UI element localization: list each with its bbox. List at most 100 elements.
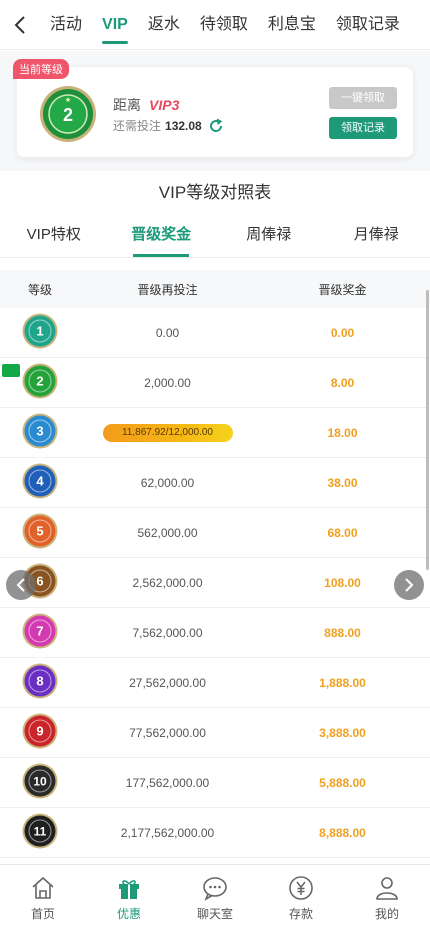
section-title: VIP等级对照表 — [158, 183, 272, 202]
medal-level-text: 7 — [36, 624, 43, 639]
tab-rebate[interactable]: 返水 — [138, 0, 190, 50]
vip-medal-icon: 11 — [22, 813, 58, 849]
tab-activity[interactable]: 活动 — [40, 0, 92, 50]
table-row: 11 2,177,562,000.00 8,888.00 — [0, 808, 430, 858]
table-row: 2 2,000.00 8.00 — [0, 358, 430, 408]
tab-monthly-salary[interactable]: 月俸禄 — [323, 212, 430, 257]
scroll-right-button[interactable] — [394, 570, 424, 600]
current-level-marker-icon — [2, 364, 20, 377]
chevron-right-icon — [405, 578, 414, 592]
medal-level-text: 4 — [36, 474, 44, 489]
vip-medal-icon: 5 — [22, 513, 58, 549]
table-row: 8 27,562,000.00 1,888.00 — [0, 658, 430, 708]
chevron-left-icon — [14, 15, 25, 34]
distance-line: 距离 VIP3 — [113, 95, 179, 115]
header-bet: 晋级再投注 — [137, 282, 198, 297]
vip-medal-icon: 7 — [22, 613, 58, 649]
bet-progress-cell: 11,867.92/12,000.00 — [80, 423, 255, 442]
one-click-claim-button[interactable]: 一键领取 — [329, 87, 397, 109]
next-level: VIP3 — [149, 97, 180, 113]
bonus-cell: 38.00 — [327, 475, 358, 490]
bonus-cell: 0.00 — [330, 325, 355, 340]
need-bet-value: 132.08 — [165, 118, 202, 133]
bet-cell: 177,562,000.00 — [125, 775, 210, 790]
level-cell: 9 — [0, 713, 80, 752]
vip-badge-icon: 2 ★ — [40, 86, 96, 142]
claim-record-button[interactable]: 领取记录 — [329, 117, 397, 139]
tab-claim-history[interactable]: 领取记录 — [326, 0, 410, 50]
medal-level-text: 10 — [33, 775, 47, 789]
level-cell: 7 — [0, 613, 80, 652]
current-level-card: 当前等级 2 ★ 距离 VIP3 还需投注 132.08 一键领取 领取记录 — [13, 59, 414, 158]
bet-cell: 0.00 — [155, 325, 180, 340]
current-level-tag: 当前等级 — [13, 59, 69, 79]
back-button[interactable] — [0, 0, 40, 50]
header-level: 等级 — [27, 282, 52, 297]
tab-weekly-salary[interactable]: 周俸禄 — [215, 212, 323, 257]
bet-cell: 7,562,000.00 — [132, 625, 203, 640]
table-row: 5 562,000.00 68.00 — [0, 508, 430, 558]
nav-promo[interactable]: 优惠 — [86, 865, 172, 932]
level-cell: 10 — [0, 763, 80, 802]
bet-cell: 2,000.00 — [144, 375, 191, 390]
gift-icon — [119, 880, 139, 899]
medal-level-text: 11 — [34, 825, 47, 839]
bonus-cell: 3,888.00 — [319, 725, 366, 740]
table-row: 1 0.00 0.00 — [0, 308, 430, 358]
table-header: 等级 晋级再投注 晋级奖金 — [0, 270, 430, 308]
bonus-cell: 888.00 — [324, 625, 361, 640]
bonus-cell: 68.00 — [327, 525, 358, 540]
bonus-cell: 1,888.00 — [319, 675, 366, 690]
table-row: 6 2,562,000.00 108.00 — [0, 558, 430, 608]
table-row: 7 7,562,000.00 888.00 — [0, 608, 430, 658]
vip-medal-icon: 8 — [22, 663, 58, 699]
level-cell: 4 — [0, 463, 80, 502]
nav-chat-label: 聊天室 — [196, 907, 233, 921]
table-row: 10 177,562,000.00 5,888.00 — [0, 758, 430, 808]
medal-level-text: 6 — [36, 574, 43, 589]
table-row: 4 62,000.00 38.00 — [0, 458, 430, 508]
refresh-icon[interactable] — [208, 118, 224, 134]
chevron-left-icon — [16, 578, 25, 592]
bonus-cell: 8,888.00 — [319, 825, 366, 840]
vip-medal-icon: 2 — [22, 363, 58, 399]
nav-mine[interactable]: 我的 — [344, 865, 430, 932]
scrollbar[interactable] — [426, 290, 429, 570]
bet-cell: 2,177,562,000.00 — [120, 825, 215, 840]
level-cell: 8 — [0, 663, 80, 702]
bet-cell: 2,562,000.00 — [132, 575, 203, 590]
tab-pending[interactable]: 待领取 — [190, 0, 258, 50]
table-row: 3 11,867.92/12,000.00 18.00 — [0, 408, 430, 458]
table-row: 9 77,562,000.00 3,888.00 — [0, 708, 430, 758]
vip-medal-icon: 10 — [22, 763, 58, 799]
tab-vip[interactable]: VIP — [92, 0, 138, 50]
nav-home[interactable]: 首页 — [0, 865, 86, 932]
svg-text:★: ★ — [65, 96, 71, 104]
need-bet-label: 还需投注 — [113, 119, 162, 133]
tab-interest[interactable]: 利息宝 — [258, 0, 326, 50]
nav-chat[interactable]: 聊天室 — [172, 865, 258, 932]
table-body: 1 0.00 0.00 2 2,000.00 8.00 3 11,867.92/12,000.… — [0, 308, 430, 858]
yen-coin-icon — [289, 876, 313, 900]
vip-medal-icon: 4 — [22, 463, 58, 499]
sub-tabs: VIP特权 晋级奖金 周俸禄 月俸禄 — [0, 212, 430, 258]
bottom-nav: 首页 优惠 聊天室 存款 我的 — [0, 864, 430, 932]
level-cell: 3 — [0, 413, 80, 452]
tab-promotion-bonus[interactable]: 晋级奖金 — [108, 212, 216, 257]
bet-cell: 77,562,000.00 — [129, 725, 206, 740]
bet-cell: 562,000.00 — [137, 525, 198, 540]
nav-mine-label: 我的 — [374, 907, 399, 921]
badge-level-text: 2 — [63, 105, 73, 125]
level-cell: 5 — [0, 513, 80, 552]
top-tabs: 活动 VIP 返水 待领取 利息宝 领取记录 — [40, 0, 410, 50]
vip-medal-icon: 3 — [22, 413, 58, 449]
nav-deposit[interactable]: 存款 — [258, 865, 344, 932]
tab-vip-privilege[interactable]: VIP特权 — [0, 212, 108, 257]
need-bet-line: 还需投注 132.08 — [113, 117, 224, 134]
bet-progress-bar: 11,867.92/12,000.00 — [102, 423, 233, 442]
bonus-cell: 18.00 — [327, 425, 358, 440]
bonus-cell: 8.00 — [330, 375, 355, 390]
nav-promo-label: 优惠 — [116, 907, 141, 921]
scroll-left-button[interactable] — [6, 570, 36, 600]
medal-level-text: 9 — [36, 724, 43, 739]
